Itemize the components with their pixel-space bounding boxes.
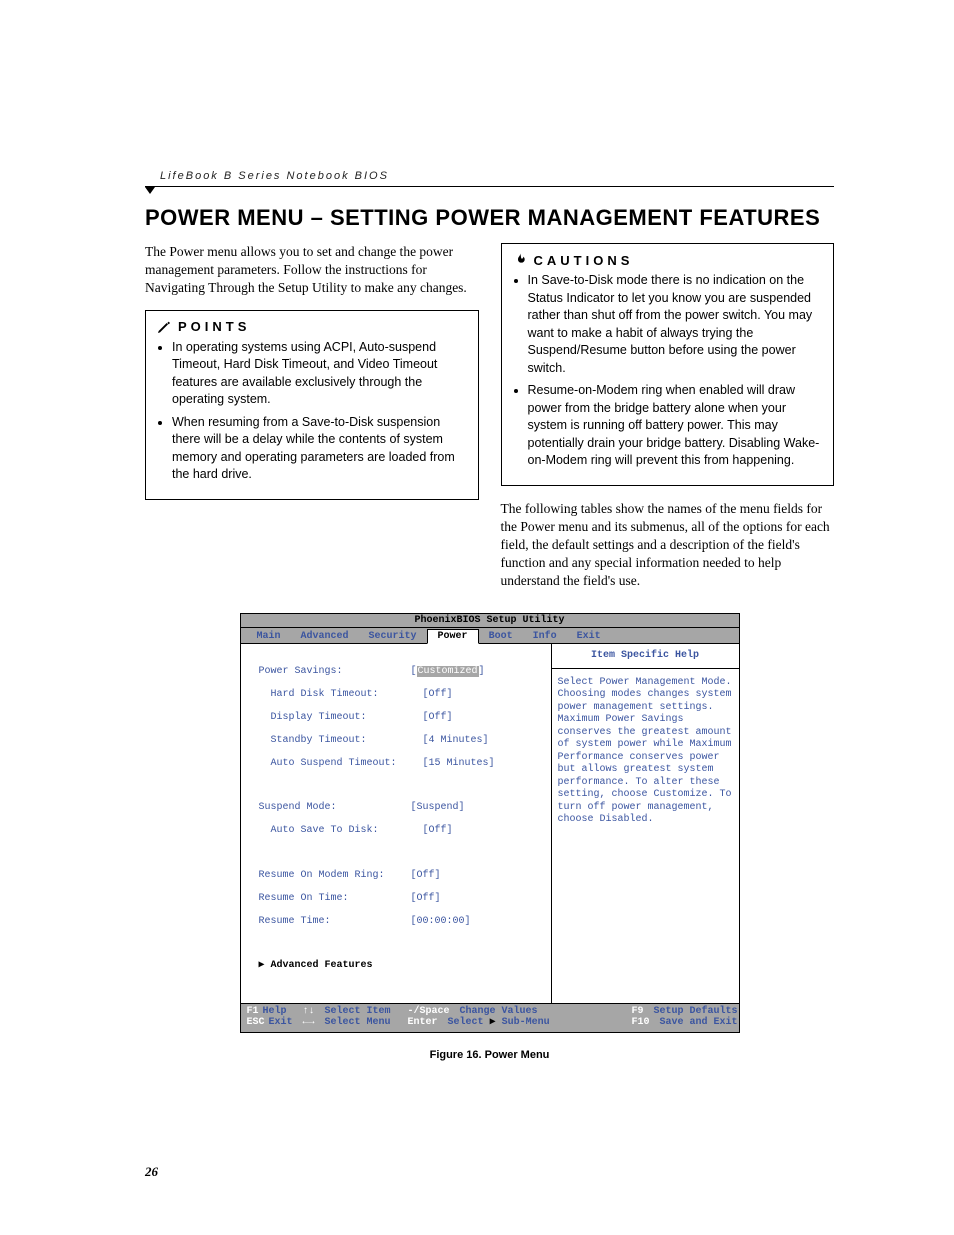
two-column-layout: The Power menu allows you to set and cha… bbox=[145, 243, 834, 591]
field-label: Suspend Mode: bbox=[259, 802, 411, 814]
help-title: Item Specific Help bbox=[552, 650, 739, 669]
field-label: Hard Disk Timeout: bbox=[259, 689, 423, 701]
field-value: [Off] bbox=[423, 712, 453, 724]
field-display-timeout[interactable]: Display Timeout:[Off] bbox=[259, 712, 543, 724]
tab-main[interactable]: Main bbox=[247, 630, 291, 644]
points-list: In operating systems using ACPI, Auto-su… bbox=[156, 339, 468, 484]
figure-caption: Figure 16. Power Menu bbox=[145, 1049, 834, 1061]
field-label: Display Timeout: bbox=[259, 712, 423, 724]
triangle-right-icon: ▶ bbox=[490, 1017, 496, 1028]
field-standby-timeout[interactable]: Standby Timeout:[4 Minutes] bbox=[259, 735, 543, 747]
bios-help-pane: Item Specific Help Select Power Manageme… bbox=[552, 644, 739, 1003]
field-label: Resume On Time: bbox=[259, 893, 411, 905]
header-rule bbox=[145, 186, 834, 187]
right-intro-paragraph: The following tables show the names of t… bbox=[501, 500, 835, 591]
submenu-label: Advanced Features bbox=[271, 960, 373, 972]
field-value: [Off] bbox=[423, 825, 453, 837]
field-auto-save-to-disk[interactable]: Auto Save To Disk:[Off] bbox=[259, 825, 543, 837]
field-value: [00:00:00] bbox=[411, 916, 471, 928]
field-suspend-mode[interactable]: Suspend Mode:[Suspend] bbox=[259, 802, 543, 814]
points-label: POINTS bbox=[178, 319, 250, 334]
tab-security[interactable]: Security bbox=[359, 630, 427, 644]
points-box: POINTS In operating systems using ACPI, … bbox=[145, 310, 479, 500]
hint-setup-defaults: F9 Setup Defaults bbox=[583, 1006, 738, 1018]
pencil-icon bbox=[156, 319, 172, 335]
tab-boot[interactable]: Boot bbox=[479, 630, 523, 644]
page: LifeBook B Series Notebook BIOS POWER ME… bbox=[0, 0, 954, 1235]
field-value: [15 Minutes] bbox=[423, 758, 495, 770]
hint-change-values: -/Space Change Values bbox=[408, 1006, 583, 1018]
cautions-header: CAUTIONS bbox=[512, 252, 824, 268]
cautions-box: CAUTIONS In Save-to-Disk mode there is n… bbox=[501, 243, 835, 486]
bios-body: Power Savings:[Customized] Hard Disk Tim… bbox=[241, 644, 739, 1003]
points-item: In operating systems using ACPI, Auto-su… bbox=[172, 339, 468, 409]
tab-power[interactable]: Power bbox=[427, 629, 479, 645]
points-item: When resuming from a Save-to-Disk suspen… bbox=[172, 414, 468, 484]
field-label: Standby Timeout: bbox=[259, 735, 423, 747]
bios-title: PhoenixBIOS Setup Utility bbox=[241, 614, 739, 629]
bios-screen: PhoenixBIOS Setup Utility Main Advanced … bbox=[240, 613, 740, 1033]
left-column: The Power menu allows you to set and cha… bbox=[145, 243, 479, 591]
cautions-label: CAUTIONS bbox=[534, 253, 634, 268]
hint-save-exit: F10 Save and Exit bbox=[583, 1017, 738, 1029]
hint-select-submenu: Enter Select ▶ Sub-Menu bbox=[408, 1017, 583, 1029]
field-label: Auto Save To Disk: bbox=[259, 825, 423, 837]
bios-fields-pane: Power Savings:[Customized] Hard Disk Tim… bbox=[241, 644, 552, 1003]
field-value: [Off] bbox=[411, 893, 441, 905]
cautions-item: In Save-to-Disk mode there is no indicat… bbox=[528, 272, 824, 377]
field-label: Resume Time: bbox=[259, 916, 411, 928]
field-power-savings[interactable]: Power Savings:[Customized] bbox=[259, 666, 543, 678]
tab-info[interactable]: Info bbox=[523, 630, 567, 644]
field-value: [Off] bbox=[411, 870, 441, 882]
hint-select-item: ↑↓ Select Item bbox=[303, 1006, 408, 1018]
submenu-advanced-features[interactable]: ▶ Advanced Features bbox=[259, 960, 543, 972]
field-value: [Suspend] bbox=[411, 802, 465, 814]
cautions-item: Resume-on-Modem ring when enabled will d… bbox=[528, 382, 824, 470]
tab-exit[interactable]: Exit bbox=[567, 630, 611, 644]
cautions-list: In Save-to-Disk mode there is no indicat… bbox=[512, 272, 824, 470]
hint-exit: ESCExit bbox=[247, 1017, 303, 1029]
right-column: CAUTIONS In Save-to-Disk mode there is n… bbox=[501, 243, 835, 591]
field-value: [Customized] bbox=[411, 666, 485, 678]
field-label: Resume On Modem Ring: bbox=[259, 870, 411, 882]
field-label: Auto Suspend Timeout: bbox=[259, 758, 423, 770]
page-title: POWER MENU – SETTING POWER MANAGEMENT FE… bbox=[145, 205, 834, 231]
page-number: 26 bbox=[145, 1164, 158, 1180]
intro-paragraph: The Power menu allows you to set and cha… bbox=[145, 243, 479, 298]
tab-advanced[interactable]: Advanced bbox=[291, 630, 359, 644]
field-value: [4 Minutes] bbox=[423, 735, 489, 747]
field-label: Power Savings: bbox=[259, 666, 411, 678]
points-header: POINTS bbox=[156, 319, 468, 335]
field-value: [Off] bbox=[423, 689, 453, 701]
field-hard-disk-timeout[interactable]: Hard Disk Timeout:[Off] bbox=[259, 689, 543, 701]
bios-tab-bar: Main Advanced Security Power Boot Info E… bbox=[241, 628, 739, 644]
field-resume-time[interactable]: Resume Time:[00:00:00] bbox=[259, 916, 543, 928]
field-auto-suspend-timeout[interactable]: Auto Suspend Timeout:[15 Minutes] bbox=[259, 758, 543, 770]
bios-footer: F1Help ↑↓ Select Item -/Space Change Val… bbox=[241, 1003, 739, 1032]
field-resume-on-time[interactable]: Resume On Time:[Off] bbox=[259, 893, 543, 905]
help-body: Select Power Management Mode. Choosing m… bbox=[558, 677, 733, 827]
flame-icon bbox=[512, 252, 528, 268]
bios-figure: PhoenixBIOS Setup Utility Main Advanced … bbox=[145, 613, 834, 1033]
running-header: LifeBook B Series Notebook BIOS bbox=[160, 170, 834, 182]
header-tick-icon bbox=[145, 187, 155, 194]
hint-help: F1Help bbox=[247, 1006, 303, 1018]
triangle-right-icon: ▶ bbox=[259, 960, 271, 972]
hint-select-menu: ←→ Select Menu bbox=[303, 1017, 408, 1029]
field-resume-on-modem-ring[interactable]: Resume On Modem Ring:[Off] bbox=[259, 870, 543, 882]
